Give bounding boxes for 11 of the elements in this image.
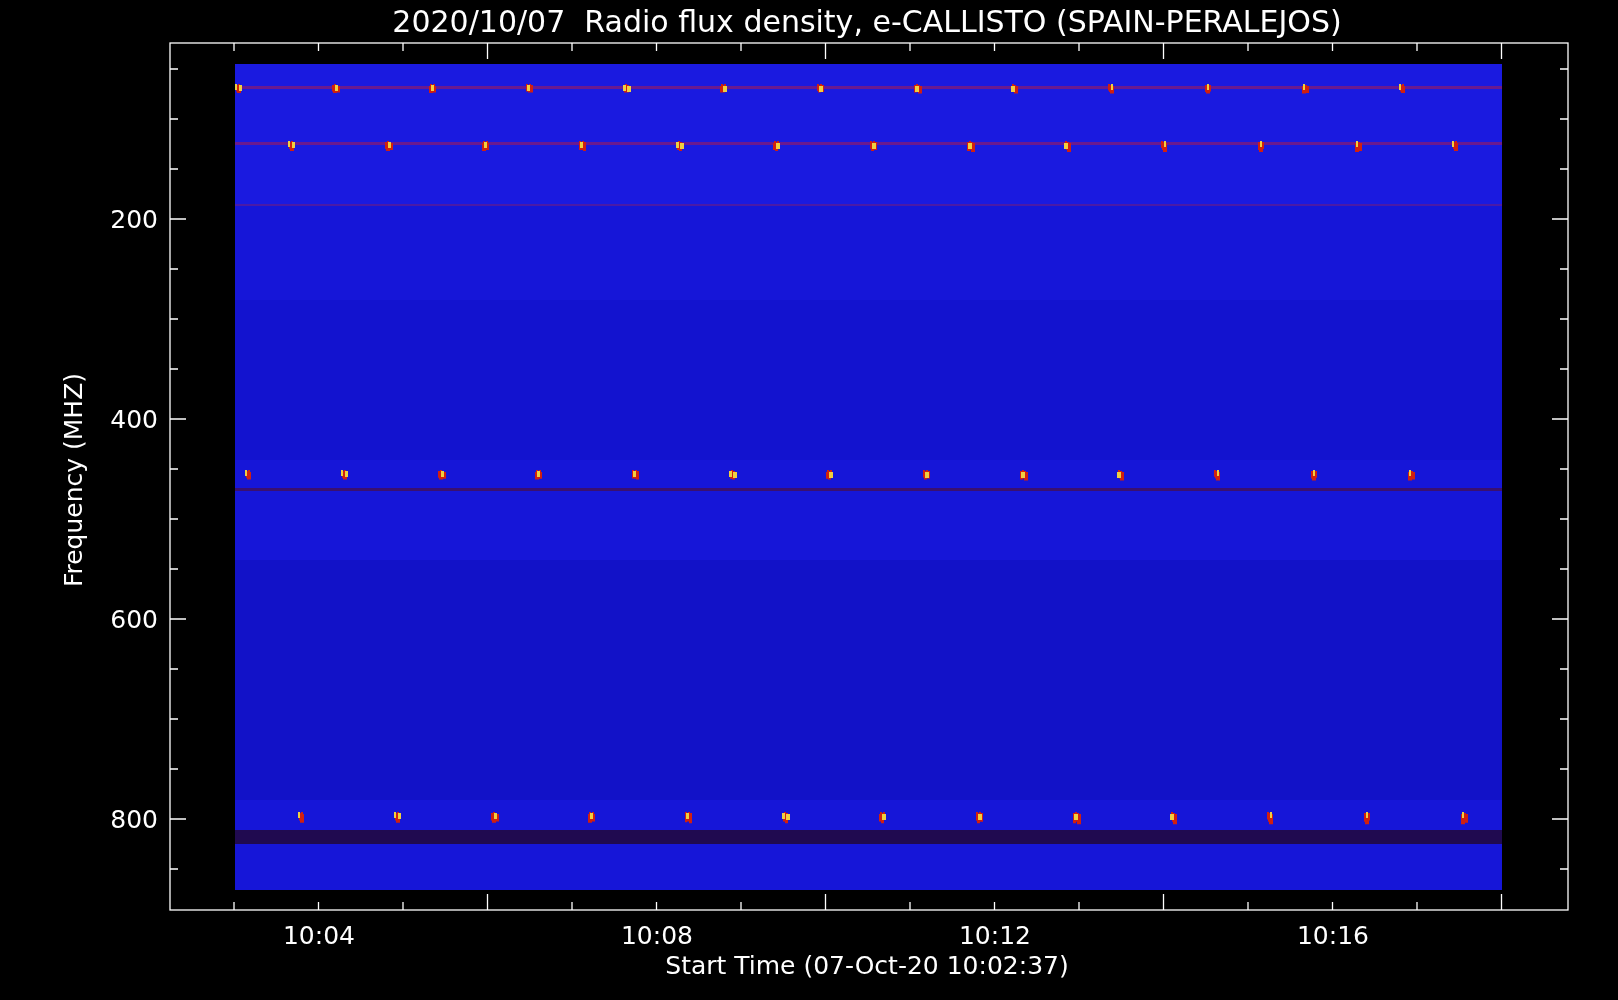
tick-label: 400 — [110, 405, 158, 434]
tick-label: 10:08 — [621, 921, 693, 950]
axis-title: Frequency (MHZ) — [59, 372, 88, 588]
tick-label: 10:16 — [1297, 921, 1369, 950]
tick-label: 800 — [110, 805, 158, 834]
chart-title: 2020/10/07 Radio flux density, e-CALLISTO (SPAIN-PERALEJOS) — [392, 4, 1342, 39]
axis-title: Start Time (07-Oct-20 10:02:37) — [665, 951, 1069, 980]
tick-label: 200 — [110, 205, 158, 234]
tick-label: 600 — [110, 605, 158, 634]
tick-label: 10:04 — [283, 921, 355, 950]
tick-label: 10:12 — [959, 921, 1031, 950]
